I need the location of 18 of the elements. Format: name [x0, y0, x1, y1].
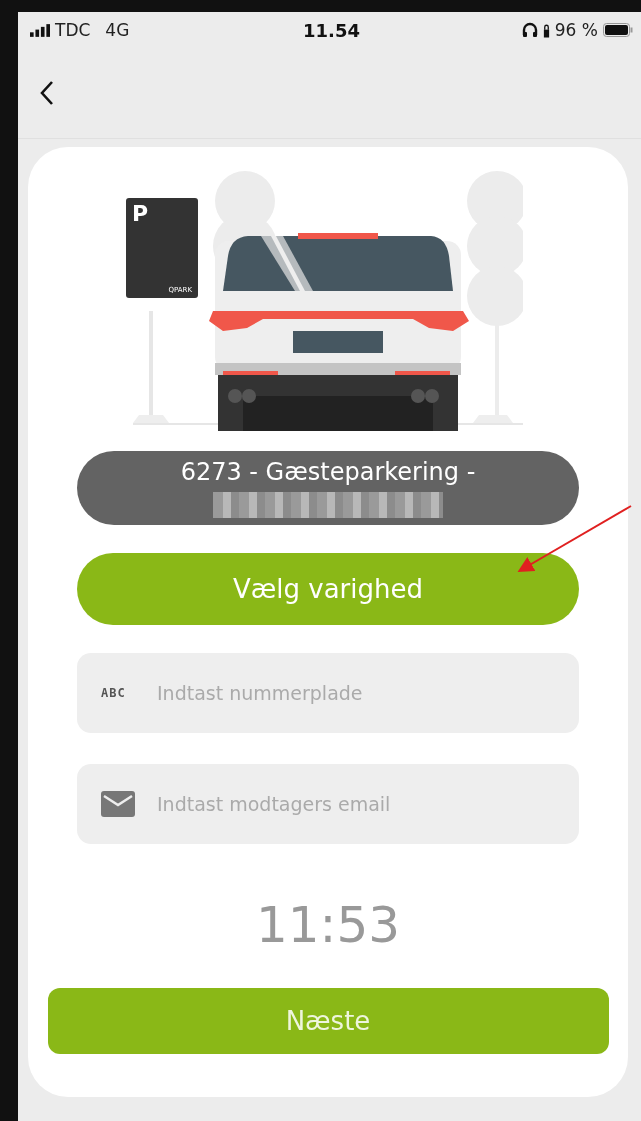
plate-icon: ABC	[101, 686, 135, 700]
sign-letter: P	[132, 202, 150, 226]
next-button[interactable]: Næste	[47, 988, 609, 1054]
network-type: 4G	[105, 20, 130, 40]
signal-icon	[30, 23, 50, 37]
choose-duration-button[interactable]: Vælg varighed	[77, 553, 579, 625]
chevron-left-icon	[40, 80, 54, 106]
battery-percent: 96 %	[554, 20, 598, 40]
email-field[interactable]: Indtast modtagers email	[155, 792, 519, 816]
location-name: 6273 - Gæsteparkering -	[180, 458, 476, 486]
envelope-icon	[101, 791, 135, 817]
plate-field[interactable]: Indtast nummerplade	[155, 681, 519, 705]
headphones-icon	[521, 22, 538, 38]
lock-icon	[542, 22, 550, 38]
status-time: 11.54	[303, 19, 360, 41]
clock-time: 11:53	[255, 896, 401, 954]
battery-icon	[603, 23, 633, 37]
carrier-name: TDC	[55, 20, 91, 40]
